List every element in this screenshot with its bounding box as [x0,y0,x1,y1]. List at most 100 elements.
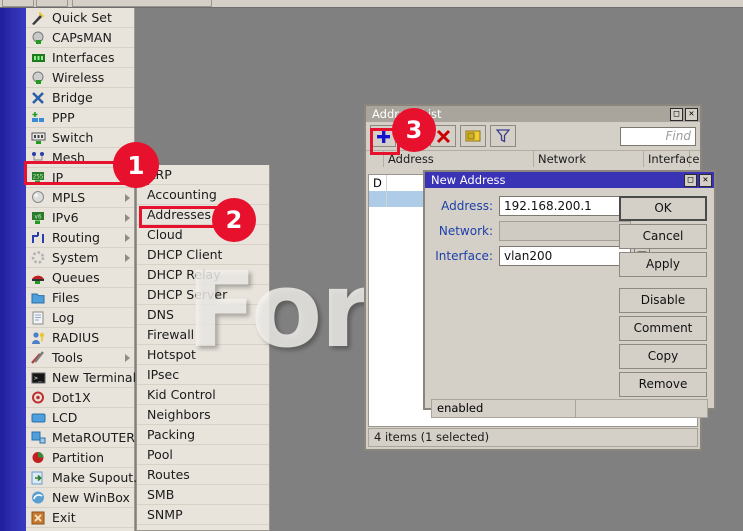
menu-item-quick-set[interactable]: Quick Set [26,8,134,28]
ip-submenu-item-dhcp-client[interactable]: DHCP Client [137,245,269,265]
dot1x-icon [31,391,46,405]
ip-submenu-item-smb[interactable]: SMB [137,485,269,505]
ip-submenu-item-dhcp-server[interactable]: DHCP Server [137,285,269,305]
ip-submenu-item-dhcp-relay[interactable]: DHCP Relay [137,265,269,285]
menu-item-partition[interactable]: Partition [26,448,134,468]
menu-item-files[interactable]: Files [26,288,134,308]
network-input[interactable] [499,221,631,241]
close-icon[interactable]: ✕ [699,174,712,187]
routing-icon [31,231,46,245]
highlight-addresses-item [139,206,221,228]
ip-submenu-item-label: Routes [147,467,190,482]
menu-item-bridge[interactable]: Bridge [26,88,134,108]
ip-submenu-item-label: Cloud [147,227,183,242]
menu-item-radius[interactable]: RADIUS [26,328,134,348]
chevron-right-icon [125,254,130,262]
menu-item-tools[interactable]: Tools [26,348,134,368]
menu-item-new-winbox[interactable]: New WinBox [26,488,134,508]
menu-item-label: Log [52,310,74,325]
menu-item-interfaces[interactable]: Interfaces [26,48,134,68]
ip-submenu-item-ipsec[interactable]: IPsec [137,365,269,385]
close-icon[interactable]: ✕ [685,108,698,121]
interfaces-icon [31,51,46,65]
menu-item-label: Files [52,290,79,305]
interface-label: Interface: [431,246,493,266]
menu-item-label: Quick Set [52,10,112,25]
ip-submenu-item-kid-control[interactable]: Kid Control [137,385,269,405]
menu-item-ipv6[interactable]: v6IPv6 [26,208,134,228]
menu-item-make-supout-rif[interactable]: Make Supout.rif [26,468,134,488]
maximize-icon[interactable]: □ [684,174,697,187]
ipv6-icon: v6 [31,211,46,225]
main-menu: Quick Set CAPsMANInterfacesWirelessBridge… [26,8,135,531]
ip-submenu-item-neighbors[interactable]: Neighbors [137,405,269,425]
switch-icon [31,131,46,145]
menu-item-capsman[interactable]: CAPsMAN [26,28,134,48]
column-header-interface[interactable]: Interface [644,151,690,167]
ip-submenu-item-label: Packing [147,427,195,442]
menu-item-dot1x[interactable]: Dot1X [26,388,134,408]
find-input[interactable]: Find [620,127,696,146]
menu-item-wireless[interactable]: Wireless [26,68,134,88]
menu-item-ppp[interactable]: PPP [26,108,134,128]
partition-icon [31,451,46,465]
row-flag [369,191,387,207]
menu-item-switch[interactable]: Switch [26,128,134,148]
menu-item-lcd[interactable]: LCD [26,408,134,428]
menu-item-label: System [52,250,99,265]
svg-text:v6: v6 [34,214,42,221]
menu-item-system[interactable]: System [26,248,134,268]
chevron-right-icon [125,194,130,202]
copy-button[interactable]: Copy [619,344,707,369]
disable-button[interactable]: Disable [619,288,707,313]
filter-button[interactable] [490,125,516,147]
menu-item-routing[interactable]: Routing [26,228,134,248]
queues-icon [31,271,46,285]
ip-submenu-item-accounting[interactable]: Accounting [137,185,269,205]
ip-submenu-item-routes[interactable]: Routes [137,465,269,485]
ip-submenu-item-snmp[interactable]: SNMP [137,505,269,525]
comment-button[interactable]: Comment [619,316,707,341]
address-list-status: 4 items (1 selected) [368,428,698,447]
column-header-network[interactable]: Network [534,151,644,167]
radius-icon [31,331,46,345]
column-header-address[interactable]: Address [384,151,534,167]
menu-item-log[interactable]: Log [26,308,134,328]
new-address-titlebar[interactable]: New Address □ ✕ [425,172,714,188]
menu-item-label: New WinBox [52,490,130,505]
ip-submenu-item-pool[interactable]: Pool [137,445,269,465]
maximize-icon[interactable]: □ [670,108,683,121]
menu-item-queues[interactable]: Queues [26,268,134,288]
ip-submenu-item-packing[interactable]: Packing [137,425,269,445]
interface-input[interactable]: vlan200 [499,246,631,266]
menu-item-exit[interactable]: Exit [26,508,134,528]
new-address-status-text: enabled [431,399,576,418]
apply-button[interactable]: Apply [619,252,707,277]
menu-item-label: Routing [52,230,100,245]
cancel-button[interactable]: Cancel [619,224,707,249]
comment-button[interactable] [460,125,486,147]
ip-submenu-item-label: Kid Control [147,387,216,402]
ok-button[interactable]: OK [619,196,707,221]
ip-submenu-item-firewall[interactable]: Firewall [137,325,269,345]
ip-submenu-item-hotspot[interactable]: Hotspot [137,345,269,365]
menu-item-mpls[interactable]: MPLS [26,188,134,208]
ip-submenu-item-label: Neighbors [147,407,211,422]
screen: RouterOS WinBox Quick SetCAPsMANInterfac… [0,0,743,531]
menu-item-label: Switch [52,130,93,145]
chevron-right-icon [125,234,130,242]
menu-item-label: RADIUS [52,330,99,345]
terminal-icon: >_ [31,371,46,385]
supout-icon [31,471,46,485]
address-label: Address: [431,196,493,216]
window-top-strip [0,0,743,8]
chevron-right-icon [125,354,130,362]
ip-submenu-item-dns[interactable]: DNS [137,305,269,325]
chevron-right-icon [125,214,130,222]
menu-item-new-terminal[interactable]: >_New Terminal [26,368,134,388]
remove-button[interactable]: Remove [619,372,707,397]
menu-item-metarouter[interactable]: MetaROUTER [26,428,134,448]
badge-3: 3 [392,108,436,152]
tools-icon [31,351,46,365]
address-input[interactable]: 192.168.200.1 [499,196,631,216]
